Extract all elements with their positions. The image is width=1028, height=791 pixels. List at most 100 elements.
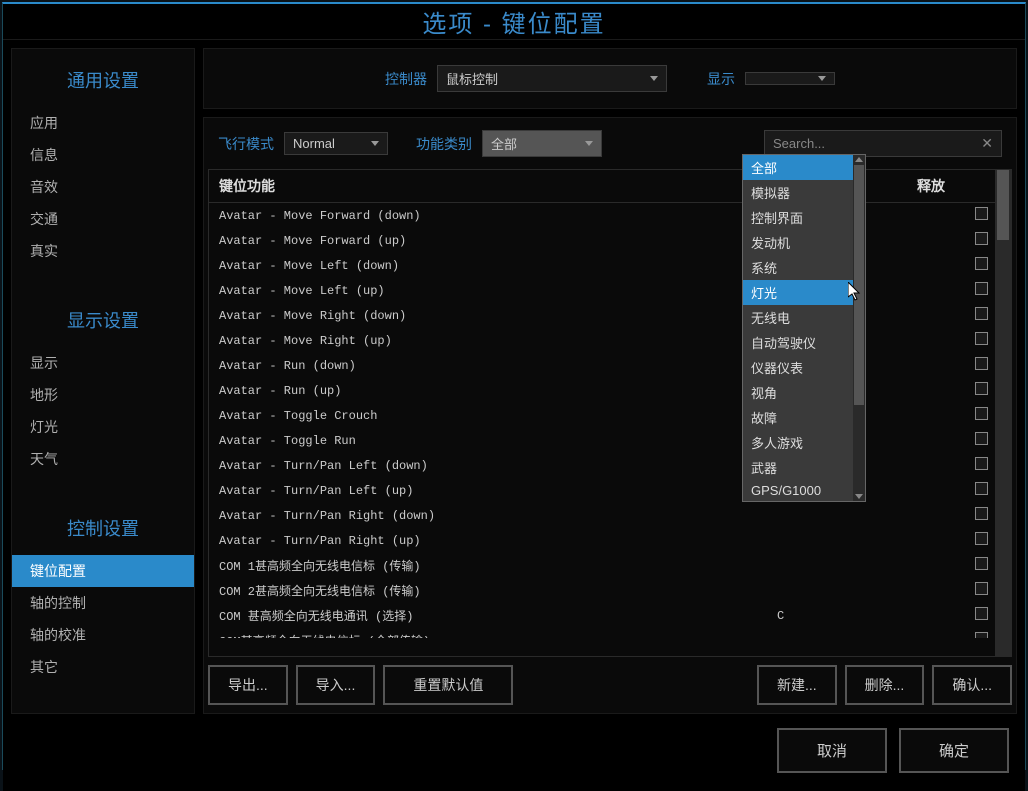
checkbox[interactable] <box>975 532 988 545</box>
scroll-thumb[interactable] <box>997 170 1009 240</box>
cell-checkbox <box>967 557 995 574</box>
checkbox[interactable] <box>975 207 988 220</box>
table-row[interactable]: Avatar - Run (down) <box>209 353 995 378</box>
dropdown-item[interactable]: 灯光 <box>743 280 853 305</box>
dropdown-item[interactable]: 多人游戏 <box>743 430 853 455</box>
checkbox[interactable] <box>975 582 988 595</box>
ok-button[interactable]: 确定 <box>899 728 1009 773</box>
bindings-panel: 飞行模式 Normal 功能类别 全部 Search... ✕ <box>203 117 1017 714</box>
checkbox[interactable] <box>975 632 988 638</box>
table-row[interactable]: Avatar - Move Left (down) <box>209 253 995 278</box>
checkbox[interactable] <box>975 307 988 320</box>
dropdown-scroll-thumb[interactable] <box>854 165 864 405</box>
checkbox[interactable] <box>975 257 988 270</box>
table-row[interactable]: Avatar - Toggle Crouch <box>209 403 995 428</box>
sidebar-item[interactable]: 轴的校准 <box>12 619 194 651</box>
checkbox[interactable] <box>975 607 988 620</box>
category-dropdown[interactable]: 全部模拟器控制界面发动机系统灯光无线电自动驾驶仪仪器仪表视角故障多人游戏武器GP… <box>742 154 866 502</box>
table-row[interactable]: COM 甚高频全向无线电通讯 (选择)C <box>209 603 995 628</box>
reset-default-button[interactable]: 重置默认值 <box>383 665 513 705</box>
export-button[interactable]: 导出... <box>208 665 288 705</box>
flight-mode-select[interactable]: Normal <box>284 132 388 155</box>
checkbox[interactable] <box>975 482 988 495</box>
sidebar-item[interactable]: 地形 <box>12 379 194 411</box>
cell-checkbox <box>967 307 995 324</box>
cancel-button[interactable]: 取消 <box>777 728 887 773</box>
display-select[interactable] <box>745 72 835 85</box>
cell-checkbox <box>967 482 995 499</box>
checkbox[interactable] <box>975 232 988 245</box>
dropdown-item[interactable]: 控制界面 <box>743 205 853 230</box>
vertical-scrollbar[interactable] <box>995 170 1011 656</box>
dropdown-item[interactable]: 自动驾驶仪 <box>743 330 853 355</box>
search-input[interactable]: Search... ✕ <box>764 130 1002 157</box>
table-row[interactable]: COM 2甚高频全向无线电信标 (传输) <box>209 578 995 603</box>
sidebar-item[interactable]: 显示 <box>12 347 194 379</box>
sidebar-item[interactable]: 交通 <box>12 203 194 235</box>
sidebar-item[interactable]: 轴的控制 <box>12 587 194 619</box>
sidebar-item[interactable]: 信息 <box>12 139 194 171</box>
scroll-up-icon[interactable] <box>855 157 863 162</box>
checkbox[interactable] <box>975 382 988 395</box>
table-row[interactable]: Avatar - Move Forward (up) <box>209 228 995 253</box>
delete-button[interactable]: 删除... <box>845 665 925 705</box>
dropdown-item[interactable]: 模拟器 <box>743 180 853 205</box>
confirm-button[interactable]: 确认... <box>932 665 1012 705</box>
table-row[interactable]: COM甚高频全向无线电信标 (全部传输) <box>209 628 995 638</box>
checkbox[interactable] <box>975 557 988 570</box>
cell-function: Avatar - Turn/Pan Right (up) <box>209 534 777 548</box>
dropdown-item[interactable]: 视角 <box>743 380 853 405</box>
category-select[interactable]: 全部 <box>482 130 602 157</box>
sidebar-item[interactable]: 灯光 <box>12 411 194 443</box>
checkbox[interactable] <box>975 432 988 445</box>
sidebar-section-header: 显示设置 <box>12 297 194 347</box>
table-row[interactable]: Avatar - Move Forward (down) <box>209 203 995 228</box>
checkbox[interactable] <box>975 357 988 370</box>
dropdown-item[interactable]: 故障 <box>743 405 853 430</box>
dropdown-item[interactable]: 系统 <box>743 255 853 280</box>
sidebar-item[interactable]: 真实 <box>12 235 194 267</box>
header-end <box>967 170 995 202</box>
sidebar-item[interactable]: 键位配置 <box>12 555 194 587</box>
table-row[interactable]: Avatar - Toggle Run <box>209 428 995 453</box>
checkbox[interactable] <box>975 457 988 470</box>
title-bar: 选项 - 键位配置 <box>3 4 1025 40</box>
display-label: 显示 <box>707 69 735 89</box>
controller-select[interactable]: 鼠标控制 <box>437 65 667 92</box>
import-button[interactable]: 导入... <box>296 665 376 705</box>
scroll-down-icon[interactable] <box>855 494 863 499</box>
table-row[interactable]: Avatar - Move Left (up) <box>209 278 995 303</box>
cell-checkbox <box>967 632 995 638</box>
cell-function: Avatar - Move Left (down) <box>209 259 777 273</box>
table-body[interactable]: Avatar - Move Forward (down)Avatar - Mov… <box>209 203 995 638</box>
sidebar-item[interactable]: 音效 <box>12 171 194 203</box>
clear-search-icon[interactable]: ✕ <box>981 135 993 152</box>
table-row[interactable]: Avatar - Turn/Pan Left (up) <box>209 478 995 503</box>
table-row[interactable]: Avatar - Move Right (up) <box>209 328 995 353</box>
checkbox[interactable] <box>975 407 988 420</box>
sidebar-item[interactable]: 天气 <box>12 443 194 475</box>
dropdown-item[interactable]: 发动机 <box>743 230 853 255</box>
dropdown-scrollbar[interactable] <box>853 155 865 501</box>
checkbox[interactable] <box>975 282 988 295</box>
table-row[interactable]: Avatar - Turn/Pan Right (up) <box>209 528 995 553</box>
sidebar-item[interactable]: 其它 <box>12 651 194 683</box>
category-label: 功能类别 <box>416 134 472 154</box>
dropdown-item[interactable]: 仪器仪表 <box>743 355 853 380</box>
checkbox[interactable] <box>975 332 988 345</box>
table-row[interactable]: Avatar - Turn/Pan Right (down) <box>209 503 995 528</box>
dropdown-item[interactable]: 武器 <box>743 455 853 480</box>
table-row[interactable]: Avatar - Move Right (down) <box>209 303 995 328</box>
checkbox[interactable] <box>975 507 988 520</box>
new-button[interactable]: 新建... <box>757 665 837 705</box>
dropdown-item[interactable]: GPS/G1000 <box>743 480 853 501</box>
table-row[interactable]: COM 1甚高频全向无线电信标 (传输) <box>209 553 995 578</box>
header-release[interactable]: 释放 <box>907 170 967 202</box>
dropdown-item[interactable]: 无线电 <box>743 305 853 330</box>
table-row[interactable]: Avatar - Turn/Pan Left (down) <box>209 453 995 478</box>
dropdown-item[interactable]: 全部 <box>743 155 853 180</box>
sidebar-item[interactable]: 应用 <box>12 107 194 139</box>
header-function[interactable]: 键位功能 <box>209 170 757 202</box>
table-row[interactable]: Avatar - Run (up) <box>209 378 995 403</box>
cell-function: Avatar - Toggle Run <box>209 434 777 448</box>
